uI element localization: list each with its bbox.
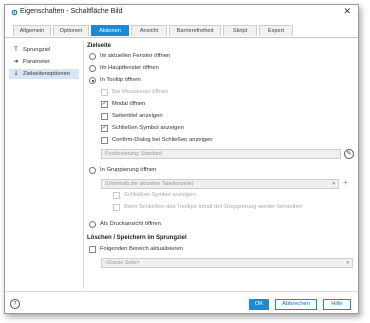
sidebar-item-parameter[interactable]: ➜ Parameter — [9, 57, 79, 67]
cancel-button[interactable]: Abbrechen — [275, 299, 317, 310]
checkbox-confirm-dialog[interactable] — [101, 137, 108, 144]
download-icon: ⭳ — [14, 71, 18, 77]
radio-main-window[interactable] — [89, 65, 96, 72]
text-icon: T — [14, 47, 18, 53]
help-circle-icon[interactable]: ? — [10, 299, 20, 309]
group-dropdown-value: (Unterhalb der aktuellen Tabellenzeile) — [105, 181, 194, 187]
tab-ansicht[interactable]: Ansicht — [131, 25, 167, 36]
checkbox-mouseover[interactable] — [101, 89, 108, 96]
ok-button[interactable]: OK — [249, 299, 269, 310]
tab-bar: Allgemein Optionen Aktionen Ansicht Barr… — [5, 25, 358, 38]
checkbox-label: Bei Mouseover öffnen — [112, 89, 169, 95]
title-bar: Eigenschaften - Schaltfläche Bild ✕ — [5, 5, 358, 21]
checkbox-modal[interactable]: ✓ — [101, 101, 108, 108]
sidebar-item-sprungziel[interactable]: T Sprungziel — [9, 45, 79, 55]
properties-dialog: Eigenschaften - Schaltfläche Bild ✕ Allg… — [4, 4, 359, 314]
radio-group[interactable] — [89, 167, 96, 174]
tab-aktionen[interactable]: Aktionen — [91, 25, 129, 36]
radio-tooltip[interactable] — [89, 77, 96, 84]
checkbox-refresh-area[interactable] — [89, 246, 96, 253]
help-button[interactable]: Hilfe — [323, 299, 351, 310]
sidebar-item-label: Parameter — [23, 59, 51, 65]
sidebar-item-zielseitenoptionen[interactable]: ⭳ Zielseitenoptionen — [9, 69, 79, 79]
close-icon[interactable]: ✕ — [343, 6, 351, 17]
checkbox-label: Folgenden Bereich aktualisieren — [100, 246, 183, 252]
radio-print-view[interactable] — [89, 221, 96, 228]
sidebar-item-label: Zielseitenoptionen — [23, 71, 71, 77]
chevron-down-icon: ▾ — [332, 181, 335, 187]
checkbox-group-restore[interactable] — [113, 204, 120, 211]
options-panel: Zielseite Im aktuellen Fenster öffnen Im… — [87, 41, 355, 291]
tab-skript[interactable]: Skript — [223, 25, 257, 36]
arrow-right-icon: ➜ — [13, 59, 19, 65]
group-dropdown[interactable]: (Unterhalb der aktuellen Tabellenzeile) … — [101, 179, 339, 189]
sidebar: T Sprungziel ➜ Parameter ⭳ Zielseitenopt… — [5, 41, 84, 289]
checkbox-label: Schließen Symbol anzeigen — [112, 125, 184, 131]
radio-label: Im Hauptfenster öffnen — [100, 65, 159, 71]
settings-icon — [11, 9, 18, 16]
section-header-zielseite: Zielseite — [87, 43, 112, 49]
radio-label: In Tooltip öffnen — [100, 77, 141, 83]
checkbox-page-title[interactable] — [101, 113, 108, 120]
checkbox-label: Beim Schließen des Tooltips Inhalt der G… — [124, 204, 302, 210]
dialog-title: Eigenschaften - Schaltfläche Bild — [20, 8, 123, 15]
section-header-delete-save: Löschen / Speichern im Sprungziel — [87, 235, 187, 241]
tab-expert[interactable]: Expert — [259, 25, 293, 36]
area-dropdown-value: <Ganze Seite> — [105, 260, 140, 266]
checkbox-label: Modal öffnen — [112, 101, 146, 107]
plus-icon[interactable]: + — [343, 178, 348, 187]
sidebar-item-label: Sprungziel — [23, 47, 51, 53]
radio-current-window[interactable] — [89, 53, 96, 60]
tab-optionen[interactable]: Optionen — [53, 25, 89, 36]
tab-allgemein[interactable]: Allgemein — [13, 25, 51, 36]
checkbox-group-close-symbol[interactable] — [113, 192, 120, 199]
radio-label: Als Druckansicht öffnen — [100, 221, 161, 227]
area-dropdown[interactable]: <Ganze Seite> ▾ — [101, 258, 353, 268]
chevron-down-icon: ▾ — [346, 260, 349, 266]
checkbox-label: Schließen Symbol anzeigen — [124, 192, 196, 198]
radio-label: Im aktuellen Fenster öffnen — [100, 53, 171, 59]
tab-barrierefreiheit[interactable]: Barrierefreiheit — [169, 25, 221, 36]
radio-label: In Gruppierung öffnen — [100, 167, 157, 173]
edit-icon[interactable]: ✎ — [344, 149, 354, 159]
positioning-field[interactable]: Positionierung: Standard — [101, 149, 341, 159]
checkbox-close-symbol[interactable]: ✓ — [101, 125, 108, 132]
dialog-footer: ? OK Abbrechen Hilfe — [5, 291, 358, 314]
checkbox-label: Seitentitel anzeigen — [112, 113, 163, 119]
checkbox-label: Confirm-Dialog bei Schließen anzeigen — [112, 137, 213, 143]
